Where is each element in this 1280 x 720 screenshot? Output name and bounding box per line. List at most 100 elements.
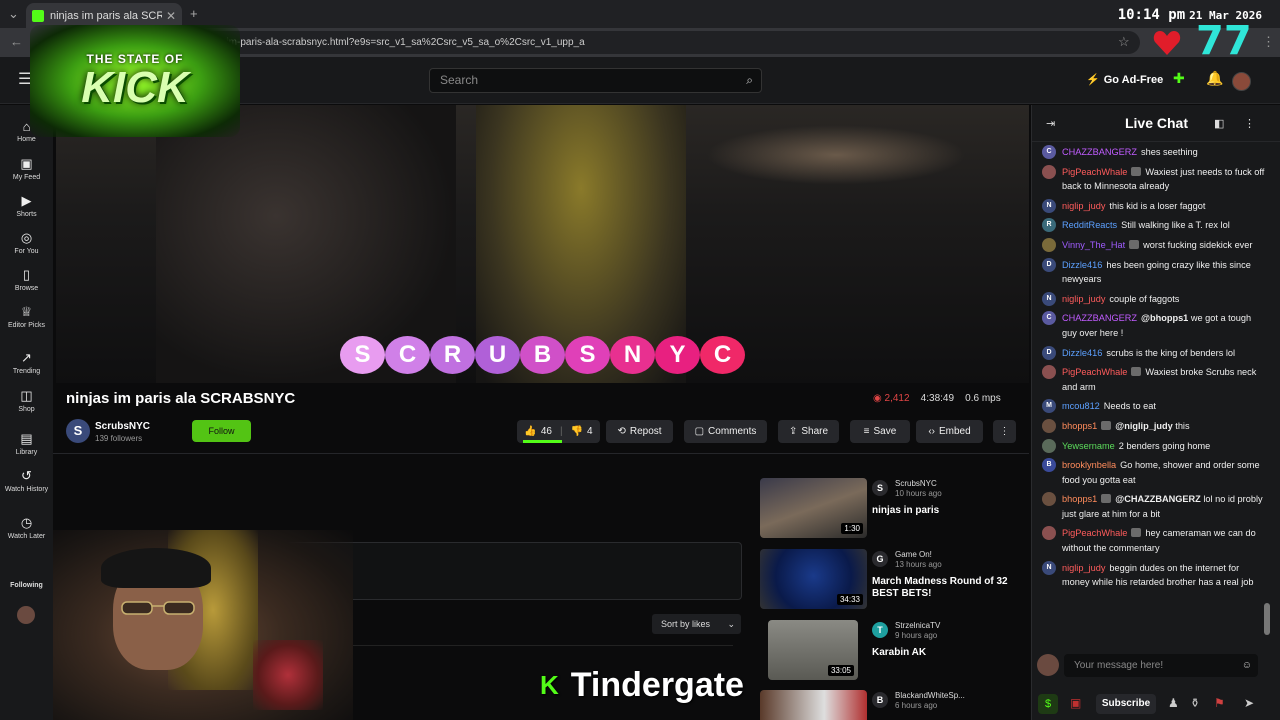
- back-icon[interactable]: ←: [10, 34, 23, 49]
- recommended-title[interactable]: March Madness Round of 32 BEST BETS!: [872, 576, 1022, 600]
- chat-avatar[interactable]: [1042, 237, 1056, 252]
- chat-avatar[interactable]: [1042, 365, 1056, 380]
- popout-chat-icon[interactable]: ◧: [1214, 117, 1224, 130]
- chat-username[interactable]: PigPeachWhale: [1062, 167, 1127, 177]
- recommended-channel[interactable]: Game On!: [895, 550, 932, 559]
- recommended-thumbnail[interactable]: 1:30: [760, 478, 867, 538]
- thumbs-down-icon[interactable]: 👎: [571, 426, 583, 437]
- chat-avatar[interactable]: [1042, 418, 1056, 433]
- followed-channel-avatar[interactable]: [17, 606, 35, 624]
- chat-avatar[interactable]: N: [1042, 198, 1056, 213]
- notifications-bell-icon[interactable]: 🔔: [1206, 70, 1223, 87]
- embed-button[interactable]: ‹› Embed: [916, 420, 983, 443]
- chat-username[interactable]: RedditReacts: [1062, 220, 1117, 230]
- chat-username[interactable]: Vinny_The_Hat: [1062, 240, 1125, 250]
- chat-username[interactable]: Yewsername: [1062, 441, 1115, 451]
- chat-username[interactable]: CHAZZBANGERZ: [1062, 147, 1137, 157]
- chat-username[interactable]: PigPeachWhale: [1062, 367, 1127, 377]
- recommended-channel[interactable]: BlackandWhiteSp...: [895, 691, 965, 700]
- chat-avatar[interactable]: B: [1042, 458, 1056, 473]
- bookmark-star-icon[interactable]: ☆: [1118, 34, 1130, 50]
- recommended-thumbnail[interactable]: 34:33: [760, 549, 867, 609]
- recommended-video[interactable]: 1:30 S ScrubsNYC 10 hours ago ninjas in …: [760, 478, 1025, 540]
- chat-username[interactable]: Dizzle416: [1062, 260, 1102, 270]
- chat-menu-icon[interactable]: ⋮: [1244, 117, 1255, 130]
- flag-icon[interactable]: ⚑: [1214, 696, 1225, 710]
- send-icon[interactable]: ➤: [1244, 696, 1254, 710]
- sidebar-item-browse[interactable]: ▯ Browse: [0, 267, 53, 292]
- chat-avatar[interactable]: R: [1042, 218, 1056, 233]
- save-button[interactable]: ≡ Save: [850, 420, 910, 443]
- more-options-button[interactable]: ⋮: [993, 420, 1016, 443]
- user-avatar[interactable]: [1232, 72, 1251, 91]
- sidebar-item-watch-history[interactable]: ↺ Watch History: [0, 468, 53, 493]
- sidebar-item-editor-picks[interactable]: ♕ Editor Picks: [0, 304, 53, 329]
- chat-avatar[interactable]: M: [1042, 399, 1056, 414]
- chat-message-input[interactable]: Your message here! ☺: [1064, 654, 1258, 677]
- recommended-channel-avatar[interactable]: S: [872, 480, 888, 496]
- recommended-title[interactable]: Karabin AK: [872, 647, 1022, 659]
- chat-username[interactable]: mcou812: [1062, 401, 1100, 411]
- chat-username[interactable]: CHAZZBANGERZ: [1062, 313, 1137, 323]
- chat-avatar[interactable]: C: [1042, 311, 1056, 326]
- chat-username[interactable]: brooklynbella: [1062, 460, 1116, 470]
- chat-username[interactable]: PigPeachWhale: [1062, 528, 1127, 538]
- recommended-channel-avatar[interactable]: G: [872, 551, 888, 567]
- recommended-video[interactable]: 34:33 G Game On! 13 hours ago March Madn…: [760, 549, 1025, 611]
- recommended-title[interactable]: ninjas in paris: [872, 505, 1022, 517]
- sort-by-dropdown[interactable]: Sort by likes ⌄: [652, 614, 741, 634]
- chat-username[interactable]: bhopps1: [1062, 421, 1097, 431]
- repost-button[interactable]: ⟲ Repost: [606, 420, 673, 443]
- chat-avatar[interactable]: [1042, 438, 1056, 453]
- recommended-channel[interactable]: ScrubsNYC: [895, 479, 937, 488]
- emote-icon-1[interactable]: ♟: [1168, 696, 1179, 710]
- sidebar-item-library[interactable]: ▤ Library: [0, 431, 53, 456]
- chat-scrollbar[interactable]: [1264, 143, 1270, 643]
- sidebar-item-my-feed[interactable]: ▣ My Feed: [0, 156, 53, 181]
- subscribe-button[interactable]: Subscribe: [1096, 694, 1156, 714]
- chat-username[interactable]: niglip_judy: [1062, 201, 1105, 211]
- search-icon[interactable]: ⌕: [746, 69, 753, 92]
- recommended-video[interactable]: 33:05 T StrzelnicaTV 9 hours ago Karabin…: [760, 620, 1025, 682]
- sidebar-item-shorts[interactable]: ▶ Shorts: [0, 193, 53, 218]
- chat-username[interactable]: bhopps1: [1062, 494, 1097, 504]
- search-input[interactable]: Search ⌕: [429, 68, 762, 93]
- chat-scroll-thumb[interactable]: [1264, 603, 1270, 635]
- recommended-channel-avatar[interactable]: T: [872, 622, 888, 638]
- recommended-video[interactable]: B BlackandWhiteSp... 6 hours ago: [760, 690, 1025, 720]
- chat-avatar[interactable]: [1042, 526, 1056, 541]
- dollar-icon[interactable]: $: [1038, 694, 1058, 714]
- recommended-channel-avatar[interactable]: B: [872, 692, 888, 708]
- chat-username[interactable]: niglip_judy: [1062, 563, 1105, 573]
- recommended-thumbnail[interactable]: [760, 690, 867, 720]
- channel-name[interactable]: ScrubsNYC: [95, 421, 150, 432]
- emoji-icon[interactable]: ☺: [1242, 654, 1252, 677]
- gift-icon[interactable]: ▣: [1070, 696, 1081, 710]
- tab-close-icon[interactable]: ✕: [166, 9, 176, 23]
- sidebar-item-for-you[interactable]: ◎ For You: [0, 230, 53, 255]
- tab-list-icon[interactable]: ⌄: [8, 6, 19, 22]
- go-ad-free-button[interactable]: ⚡ Go Ad-Free: [1086, 73, 1163, 86]
- sidebar-item-watch-later[interactable]: ◷ Watch Later: [0, 515, 53, 540]
- channel-avatar[interactable]: S: [66, 419, 90, 443]
- sidebar-item-shop[interactable]: ◫ Shop: [0, 388, 53, 413]
- thumbs-up-icon[interactable]: 👍: [524, 426, 536, 437]
- chat-avatar[interactable]: D: [1042, 345, 1056, 360]
- chat-avatar[interactable]: [1042, 492, 1056, 507]
- chat-username[interactable]: Dizzle416: [1062, 348, 1102, 358]
- recommended-thumbnail[interactable]: 33:05: [768, 620, 858, 680]
- emote-icon-2[interactable]: ⚱: [1190, 696, 1200, 710]
- new-tab-button[interactable]: +: [190, 6, 198, 21]
- chat-avatar[interactable]: [1042, 164, 1056, 179]
- chat-avatar[interactable]: N: [1042, 291, 1056, 306]
- share-button[interactable]: ⇪ Share: [778, 420, 839, 443]
- comments-button[interactable]: ▢ Comments: [684, 420, 767, 443]
- chat-username[interactable]: niglip_judy: [1062, 294, 1105, 304]
- chat-avatar[interactable]: D: [1042, 257, 1056, 272]
- follow-button[interactable]: Follow: [192, 420, 251, 442]
- browser-menu-icon[interactable]: ⋮: [1262, 34, 1275, 50]
- sidebar-item-trending[interactable]: ↗ Trending: [0, 350, 53, 375]
- chat-avatar[interactable]: C: [1042, 145, 1056, 159]
- recommended-channel[interactable]: StrzelnicaTV: [895, 621, 940, 630]
- add-stream-icon[interactable]: ✚: [1173, 70, 1185, 87]
